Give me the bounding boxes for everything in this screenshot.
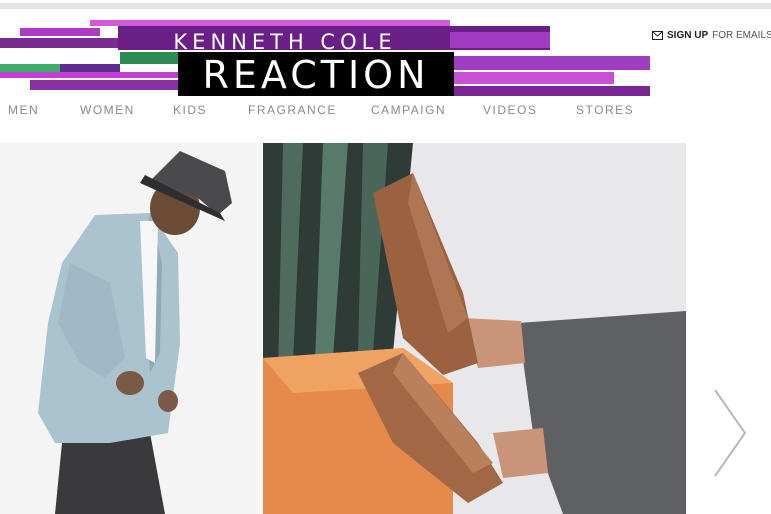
logo-glitch-strip bbox=[454, 86, 650, 96]
logo-glitch-strip bbox=[20, 28, 100, 36]
logo-glitch-strip bbox=[454, 56, 650, 70]
hero-photo-right[interactable] bbox=[263, 143, 686, 514]
nav-item-fragrance[interactable]: FRAGRANCE bbox=[248, 103, 337, 117]
hero-photo-left[interactable] bbox=[0, 143, 262, 514]
logo-glitch-strip bbox=[30, 80, 178, 90]
signup-rest-label: FOR EMAILS bbox=[712, 30, 771, 41]
hero-photo-left-illustration bbox=[0, 143, 262, 514]
main-nav: MEN WOMEN KIDS FRAGRANCE CAMPAIGN VIDEOS… bbox=[0, 103, 771, 121]
top-divider bbox=[0, 3, 771, 9]
hero-slideshow bbox=[0, 143, 771, 514]
nav-item-kids[interactable]: KIDS bbox=[173, 103, 207, 117]
brand-line-1: KENNETH COLE bbox=[173, 30, 397, 54]
signup-strong-label: SIGN UP bbox=[667, 30, 709, 41]
email-signup-link[interactable]: SIGN UP FOR EMAILS bbox=[652, 30, 771, 41]
logo-glitch-strip bbox=[450, 32, 550, 48]
logo-glitch-strip bbox=[60, 64, 120, 72]
brand-line-2: REACTION bbox=[178, 52, 454, 97]
chevron-right-icon[interactable] bbox=[710, 388, 750, 478]
logo-glitch-strip bbox=[0, 38, 120, 48]
hero-photo-right-illustration bbox=[263, 143, 686, 514]
brand-logo[interactable]: KENNETH COLE REACTION bbox=[0, 20, 650, 100]
nav-item-videos[interactable]: VIDEOS bbox=[483, 103, 537, 117]
logo-glitch-strip bbox=[0, 64, 60, 72]
nav-item-men[interactable]: MEN bbox=[8, 103, 39, 117]
envelope-icon bbox=[652, 31, 663, 40]
nav-item-women[interactable]: WOMEN bbox=[80, 103, 135, 117]
logo-glitch-strip bbox=[0, 72, 180, 78]
nav-item-stores[interactable]: STORES bbox=[576, 103, 634, 117]
logo-glitch-strip bbox=[454, 72, 614, 84]
nav-item-campaign[interactable]: CAMPAIGN bbox=[371, 103, 446, 117]
